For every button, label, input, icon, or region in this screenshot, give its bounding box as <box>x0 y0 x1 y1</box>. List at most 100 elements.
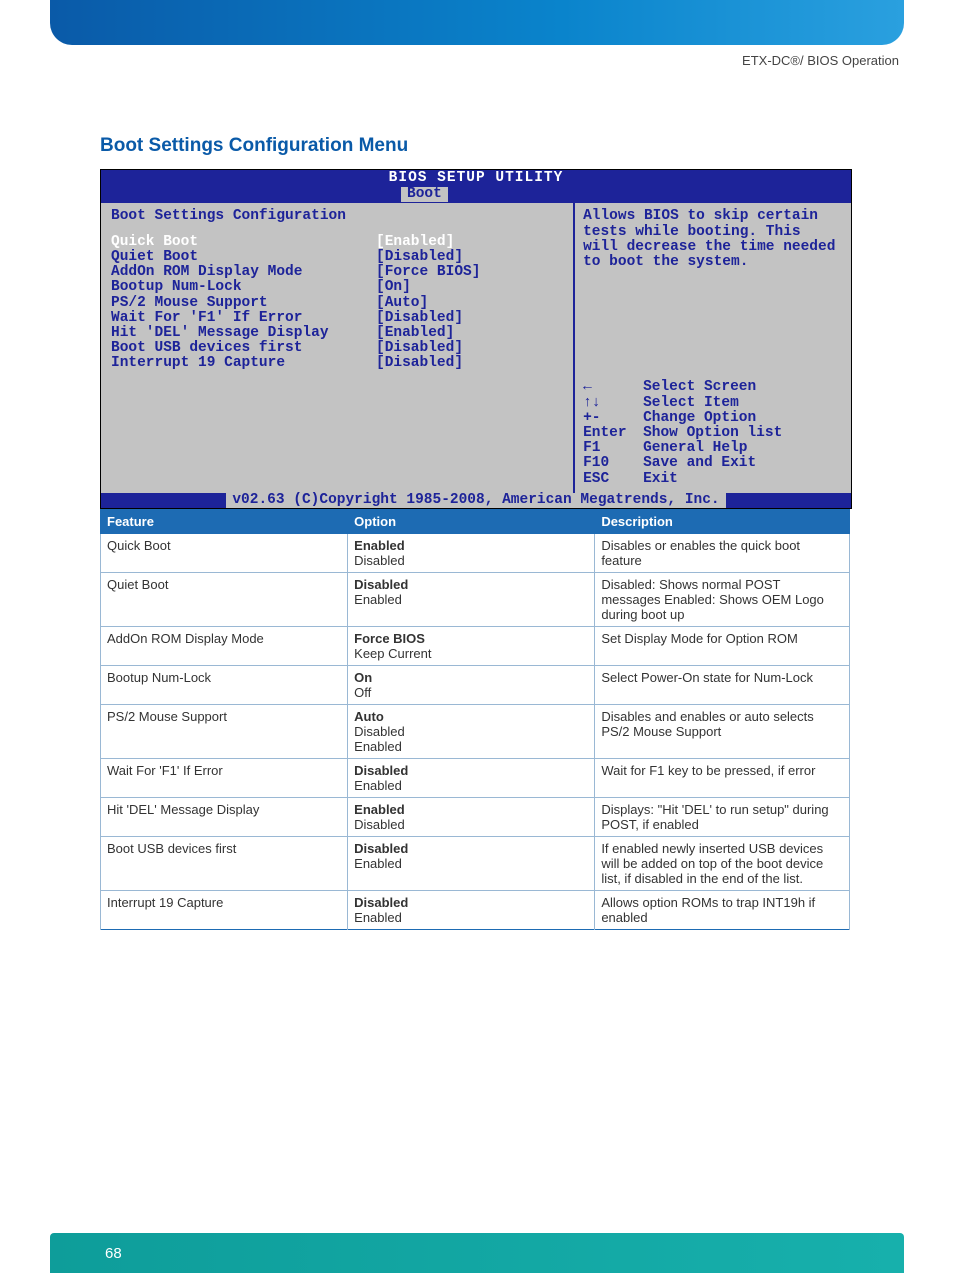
option-other: Enabled <box>354 910 588 925</box>
col-header-feature: Feature <box>101 510 348 534</box>
table-row: AddOn ROM Display ModeForce BIOSKeep Cur… <box>101 627 850 666</box>
option-default: Force BIOS <box>354 631 588 646</box>
cell-option: EnabledDisabled <box>348 534 595 573</box>
option-other: Enabled <box>354 739 588 754</box>
option-other: Keep Current <box>354 646 588 661</box>
bios-tabbar: Boot <box>101 187 851 203</box>
bios-title: BIOS SETUP UTILITY <box>101 170 851 187</box>
option-other: Enabled <box>354 856 588 871</box>
table-row: Quick BootEnabledDisabledDisables or ena… <box>101 534 850 573</box>
table-row: Bootup Num-Lock OnOff Select Power-On stat… <box>101 666 850 705</box>
option-default: Auto <box>354 709 588 724</box>
cell-option: AutoDisabledEnabled <box>348 705 595 759</box>
bios-screenshot: BIOS SETUP UTILITY Boot Boot Settings Co… <box>100 169 852 509</box>
bios-item-value: [Auto] <box>376 296 428 311</box>
bios-nav-item: F1General Help <box>583 441 843 456</box>
cell-description: Set Display Mode for Option ROM <box>595 627 850 666</box>
cell-feature: Bootup Num-Lock <box>101 666 348 705</box>
bios-item[interactable]: Wait For 'F1' If Error[Disabled] <box>111 311 563 326</box>
bios-nav-key: +- <box>583 411 643 426</box>
bios-item-label: Interrupt 19 Capture <box>111 356 376 371</box>
bios-tab-boot[interactable]: Boot <box>401 187 448 202</box>
bios-item-label: Boot USB devices first <box>111 341 376 356</box>
bios-nav-item: F10Save and Exit <box>583 456 843 471</box>
bios-item-label: PS/2 Mouse Support <box>111 296 376 311</box>
bios-nav-item: ESCExit <box>583 472 843 487</box>
option-other: Enabled <box>354 778 588 793</box>
cell-option: Force BIOSKeep Current <box>348 627 595 666</box>
cell-option: DisabledEnabled <box>348 759 595 798</box>
cell-description: Allows option ROMs to trap INT19h if ena… <box>595 891 850 930</box>
bios-nav-key: F1 <box>583 441 643 456</box>
option-other: Disabled <box>354 724 588 739</box>
bios-item-value: [Disabled] <box>376 356 463 371</box>
bios-nav-item: EnterShow Option list <box>583 426 843 441</box>
bios-footer: v02.63 (C)Copyright 1985-2008, American … <box>101 493 851 508</box>
bios-nav-key: ↑↓ <box>583 396 643 411</box>
bios-item[interactable]: Interrupt 19 Capture[Disabled] <box>111 356 563 371</box>
bios-item[interactable]: AddOn ROM Display Mode[Force BIOS] <box>111 265 563 280</box>
cell-feature: AddOn ROM Display Mode <box>101 627 348 666</box>
option-default: Disabled <box>354 895 588 910</box>
bios-nav-label: Select Item <box>643 396 739 411</box>
option-other: Off <box>354 685 588 700</box>
cell-description: Disabled: Shows normal POST messages Ena… <box>595 573 850 627</box>
cell-description: Disables and enables or auto selects PS/… <box>595 705 850 759</box>
bios-nav-label: Select Screen <box>643 380 756 395</box>
bios-item[interactable]: Boot USB devices first[Disabled] <box>111 341 563 356</box>
bios-item-value: [Disabled] <box>376 250 463 265</box>
bios-item[interactable]: Quick Boot[Enabled] <box>111 235 563 250</box>
cell-option: DisabledEnabled <box>348 573 595 627</box>
bios-nav-key: ← <box>583 380 643 395</box>
bios-item[interactable]: Bootup Num-Lock[On] <box>111 280 563 295</box>
bios-item-value: [Enabled] <box>376 326 454 341</box>
cell-feature: Hit 'DEL' Message Display <box>101 798 348 837</box>
bios-item-label: Bootup Num-Lock <box>111 280 376 295</box>
doc-header-label: ETX-DC®/ BIOS Operation <box>742 53 899 68</box>
bios-nav-item: ←Select Screen <box>583 380 843 395</box>
option-other: Disabled <box>354 553 588 568</box>
bios-item[interactable]: PS/2 Mouse Support[Auto] <box>111 296 563 311</box>
table-row: PS/2 Mouse SupportAutoDisabledEnabledDis… <box>101 705 850 759</box>
cell-description: Disables or enables the quick boot featu… <box>595 534 850 573</box>
bios-nav-label: Exit <box>643 472 678 487</box>
bios-nav-key: F10 <box>583 456 643 471</box>
bios-nav-key: ESC <box>583 472 643 487</box>
option-other: Disabled <box>354 817 588 832</box>
bios-item-value: [Enabled] <box>376 235 454 250</box>
cell-feature: Wait For 'F1' If Error <box>101 759 348 798</box>
table-row: Quiet BootDisabledEnabledDisabled: Shows… <box>101 573 850 627</box>
cell-option: DisabledEnabled <box>348 837 595 891</box>
option-default: On <box>354 670 588 685</box>
bios-item[interactable]: Hit 'DEL' Message Display[Enabled] <box>111 326 563 341</box>
page-number: 68 <box>105 1245 122 1262</box>
option-default: Disabled <box>354 577 588 592</box>
bios-nav-label: General Help <box>643 441 747 456</box>
bios-right-pane: Allows BIOS to skip certain tests while … <box>575 203 851 492</box>
col-header-description: Description <box>595 510 850 534</box>
cell-feature: Interrupt 19 Capture <box>101 891 348 930</box>
cell-description: If enabled newly inserted USB devices wi… <box>595 837 850 891</box>
bios-nav-label: Show Option list <box>643 426 782 441</box>
cell-option: DisabledEnabled <box>348 891 595 930</box>
option-default: Disabled <box>354 841 588 856</box>
cell-feature: Quick Boot <box>101 534 348 573</box>
bios-left-pane: Boot Settings Configuration Quick Boot[E… <box>101 203 575 492</box>
table-row: Wait For 'F1' If ErrorDisabledEnabledWai… <box>101 759 850 798</box>
cell-feature: PS/2 Mouse Support <box>101 705 348 759</box>
option-default: Enabled <box>354 538 588 553</box>
bios-help-text: Allows BIOS to skip certain tests while … <box>583 209 843 270</box>
bios-item[interactable]: Quiet Boot[Disabled] <box>111 250 563 265</box>
bios-item-label: Hit 'DEL' Message Display <box>111 326 376 341</box>
option-default: Disabled <box>354 763 588 778</box>
cell-feature: Boot USB devices first <box>101 837 348 891</box>
cell-description: Displays: "Hit 'DEL' to run setup" durin… <box>595 798 850 837</box>
option-default: Enabled <box>354 802 588 817</box>
cell-option: EnabledDisabled <box>348 798 595 837</box>
table-row: Boot USB devices firstDisabledEnabledIf … <box>101 837 850 891</box>
bios-nav-label: Change Option <box>643 411 756 426</box>
cell-description: Select Power-On state for Num-Lock <box>595 666 850 705</box>
bios-item-label: Quick Boot <box>111 235 376 250</box>
bios-item-label: Quiet Boot <box>111 250 376 265</box>
bios-copyright: v02.63 (C)Copyright 1985-2008, American … <box>226 493 725 508</box>
